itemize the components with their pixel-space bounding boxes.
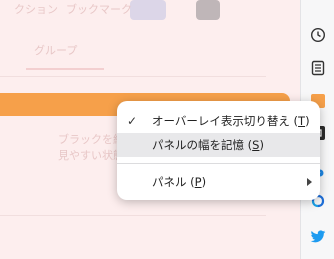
twitter-bird-icon[interactable] [301,226,334,248]
top-label-1: クション [14,3,58,16]
menu-item-panel[interactable]: パネル (P) [117,170,320,194]
menu-item-overlay-toggle[interactable]: ✓ オーバーレイ表示切り替え (T) [117,109,320,133]
divider [0,215,266,216]
context-menu: ✓ オーバーレイ表示切り替え (T) パネルの幅を記憶 (S) パネル (P) [117,101,320,200]
divider [0,76,266,77]
checkmark-icon: ✓ [127,114,138,128]
toolbar-button-2[interactable] [196,0,220,20]
tab-underline [26,68,104,70]
accesskey: T [298,114,306,128]
accesskey: S [252,138,260,152]
menu-item-remember-width[interactable]: パネルの幅を記憶 (S) [117,133,320,157]
accesskey: P [194,175,202,189]
clock-icon[interactable] [301,24,334,46]
menu-item-label: パネル [152,175,187,189]
toolbar-button-1[interactable] [130,0,166,20]
submenu-arrow-icon [307,178,312,186]
menu-separator [117,163,320,164]
menu-item-label: オーバーレイ表示切り替え [152,114,290,128]
row-line-2: 見やすい状態 [58,149,124,162]
top-label-2: ブックマーク [66,3,132,16]
notes-icon[interactable] [301,57,334,79]
tab-group[interactable]: グループ [34,42,77,58]
menu-item-label: パネルの幅を記憶 [152,138,244,152]
